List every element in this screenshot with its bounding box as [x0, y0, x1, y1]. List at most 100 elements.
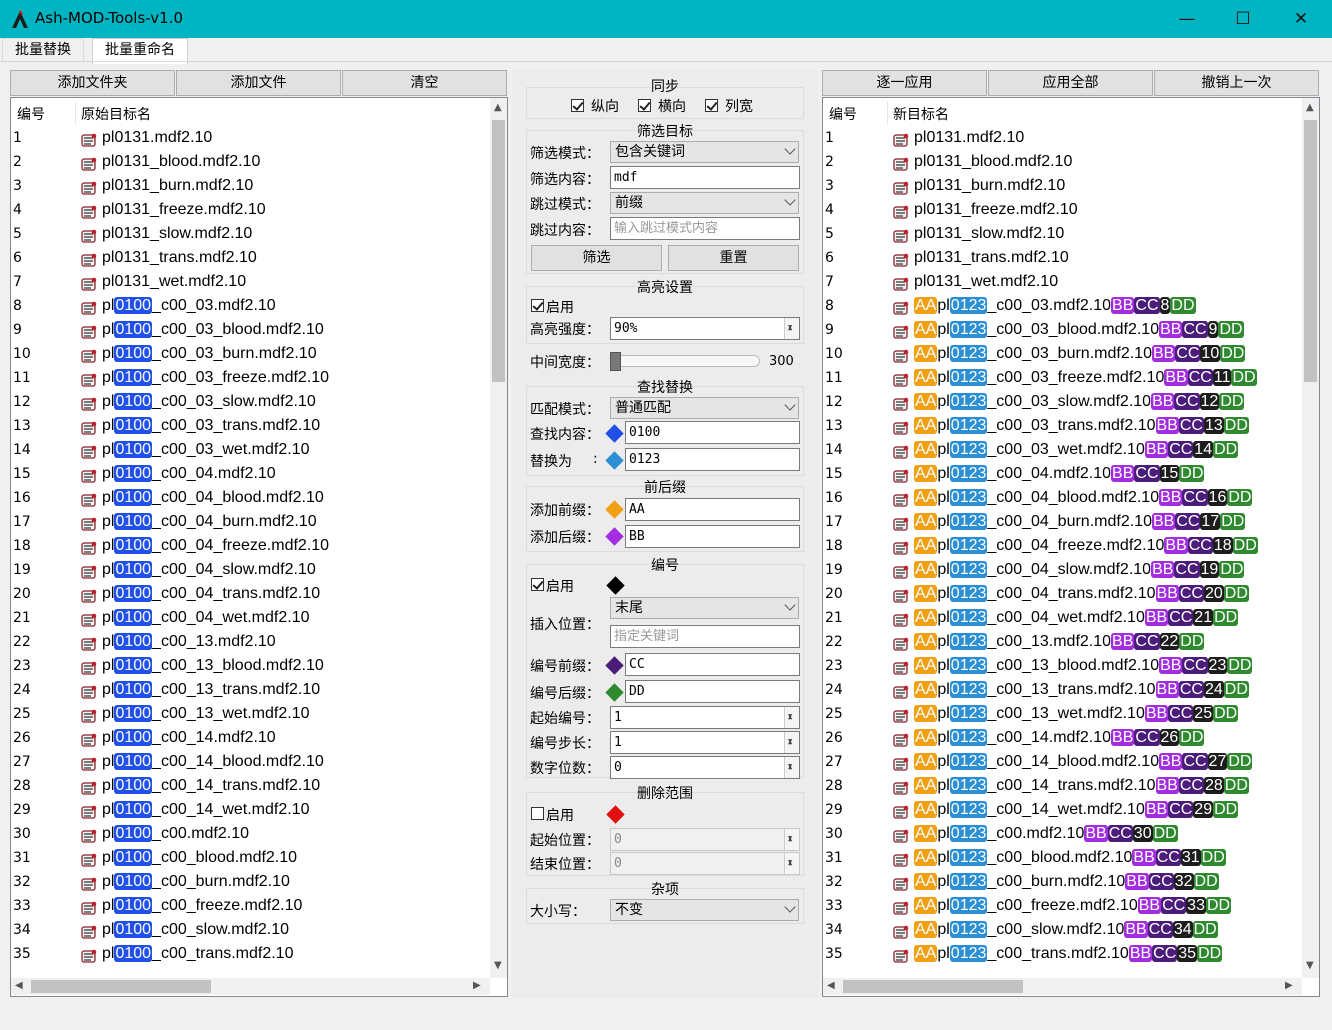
sync-horizontal-checkbox[interactable]	[638, 99, 651, 112]
scroll-left-arrow-icon[interactable]: ◀	[827, 980, 835, 991]
highlight-find: 0100	[114, 393, 153, 410]
tab-batch-replace[interactable]: 批量替换	[2, 38, 84, 62]
vertical-scrollbar[interactable]: ▲ ▼	[490, 98, 507, 978]
spin-arrows-icon[interactable]	[784, 317, 799, 339]
skip-mode-select[interactable]: 前缀	[610, 192, 799, 214]
delete-end-spinbox[interactable]: 0	[610, 852, 800, 875]
match-mode-select[interactable]: 普通匹配	[610, 397, 799, 419]
new-name-list[interactable]: 编号 新目标名 1 pl0131.mdf2.10 2 pl0131_blood.mdf…	[822, 97, 1320, 997]
highlight-num: 16	[1207, 489, 1228, 506]
column-header-original-name[interactable]: 原始目标名	[81, 104, 151, 124]
highlight-cc: CC	[1175, 345, 1201, 362]
filename-text: pl	[937, 345, 950, 362]
digits-label: 数字位数：	[530, 761, 600, 777]
find-input[interactable]: 0100	[625, 421, 800, 444]
row-filename: pl0131_wet.mdf2.10	[102, 273, 246, 291]
minimize-button[interactable]: —	[1158, 0, 1216, 38]
highlight-num: 15	[1159, 465, 1180, 482]
highlight-intensity-spinbox[interactable]: 90%	[610, 317, 800, 340]
filename-text: pl	[102, 369, 115, 386]
scroll-right-arrow-icon[interactable]: ▶	[1285, 980, 1293, 991]
insert-position-select[interactable]: 末尾	[610, 597, 799, 619]
filename-text: _c00_freeze.mdf2.10	[152, 897, 303, 914]
replace-input[interactable]: 0123	[625, 448, 800, 471]
scroll-left-arrow-icon[interactable]: ◀	[15, 980, 23, 991]
sync-width-label: 列宽	[725, 99, 753, 115]
chevron-down-icon	[784, 399, 796, 411]
mid-width-slider-handle[interactable]	[610, 352, 621, 371]
column-separator[interactable]	[887, 102, 888, 124]
scroll-down-arrow-icon[interactable]: ▼	[1306, 960, 1314, 971]
vertical-scrollbar[interactable]: ▲ ▼	[1302, 98, 1319, 978]
highlight-intensity-label: 高亮强度：	[530, 322, 600, 338]
scrollbar-thumb[interactable]	[31, 980, 211, 993]
spin-arrows-icon[interactable]	[784, 852, 799, 874]
number-step-spinbox[interactable]: 1	[610, 731, 800, 754]
original-name-list[interactable]: 编号 原始目标名 1 pl0131.mdf2.10 2 pl0131_blood.md…	[10, 97, 508, 997]
scrollbar-thumb[interactable]	[1304, 120, 1317, 382]
numbering-enable-checkbox[interactable]	[531, 578, 544, 591]
filter-button[interactable]: 筛选	[531, 245, 662, 271]
filename-text: _c00_burn.mdf2.10	[152, 873, 290, 890]
scrollbar-thumb[interactable]	[492, 120, 505, 382]
clear-button[interactable]: 清空	[342, 70, 507, 96]
maximize-button[interactable]: ☐	[1214, 0, 1272, 38]
highlight-enable-checkbox[interactable]	[531, 299, 544, 312]
start-number-spinbox[interactable]: 1	[610, 706, 800, 729]
add-file-button[interactable]: 添加文件	[176, 70, 341, 96]
highlight-find: 0100	[114, 369, 153, 386]
highlight-dd: DD	[1179, 729, 1205, 746]
spin-arrows-icon[interactable]	[784, 828, 799, 850]
delete-start-spinbox[interactable]: 0	[610, 828, 800, 851]
column-header-new-name[interactable]: 新目标名	[893, 104, 949, 124]
highlight-suf: BB	[1111, 729, 1135, 746]
highlight-dd: DD	[1213, 441, 1239, 458]
undo-button[interactable]: 撤销上一次	[1154, 70, 1319, 96]
apply-one-button[interactable]: 逐一应用	[822, 70, 987, 96]
case-select[interactable]: 不变	[610, 899, 799, 921]
column-separator[interactable]	[75, 102, 76, 124]
mod-file-icon	[81, 157, 97, 171]
filename-text: pl	[102, 945, 115, 962]
suffix-input[interactable]: BB	[625, 525, 800, 548]
highlight-cc: CC	[1168, 801, 1194, 818]
digits-spinbox[interactable]: 0	[610, 756, 800, 779]
spin-arrows-icon[interactable]	[784, 756, 799, 778]
prefix-input[interactable]: AA	[625, 498, 800, 521]
keyword-input[interactable]: 指定关键词	[610, 625, 800, 648]
horizontal-scrollbar[interactable]: ◀ ▶	[823, 978, 1302, 995]
affix-title: 前后缀	[644, 480, 686, 496]
skip-content-input[interactable]: 输入跳过模式内容	[610, 217, 800, 240]
column-header-no[interactable]: 编号	[829, 104, 857, 124]
number-prefix-input[interactable]: CC	[625, 653, 800, 676]
filter-content-input[interactable]: mdf	[610, 166, 800, 189]
row-number: 33	[825, 898, 843, 914]
spin-arrows-icon[interactable]	[784, 706, 799, 728]
highlight-cc: CC	[1168, 705, 1194, 722]
skip-mode-value: 前缀	[615, 195, 643, 211]
mid-width-label: 中间宽度：	[530, 355, 600, 371]
scrollbar-thumb[interactable]	[843, 980, 1023, 993]
highlight-num: 23	[1207, 657, 1228, 674]
delete-range-enable-checkbox[interactable]	[531, 807, 544, 820]
close-button[interactable]: ✕	[1272, 0, 1330, 38]
row-number: 14	[825, 442, 843, 458]
spin-arrows-icon[interactable]	[784, 731, 799, 753]
add-folder-button[interactable]: 添加文件夹	[10, 70, 175, 96]
scroll-down-arrow-icon[interactable]: ▼	[494, 960, 502, 971]
horizontal-scrollbar[interactable]: ◀ ▶	[11, 978, 490, 995]
row-filename: AApl0123_c00_04_trans.mdf2.10BB CC 20 DD	[914, 585, 1249, 603]
highlight-num: 9	[1207, 321, 1219, 338]
scroll-up-arrow-icon[interactable]: ▲	[1306, 102, 1314, 113]
reset-button[interactable]: 重置	[668, 245, 799, 271]
apply-all-button[interactable]: 应用全部	[988, 70, 1153, 96]
scroll-up-arrow-icon[interactable]: ▲	[494, 102, 502, 113]
mid-width-slider-track[interactable]	[610, 355, 760, 367]
column-header-no[interactable]: 编号	[17, 104, 45, 124]
sync-vertical-checkbox[interactable]	[571, 99, 584, 112]
number-suffix-input[interactable]: DD	[625, 680, 800, 703]
row-number: 12	[13, 394, 31, 410]
scroll-right-arrow-icon[interactable]: ▶	[473, 980, 481, 991]
filter-mode-select[interactable]: 包含关键词	[610, 141, 799, 163]
sync-width-checkbox[interactable]	[705, 99, 718, 112]
